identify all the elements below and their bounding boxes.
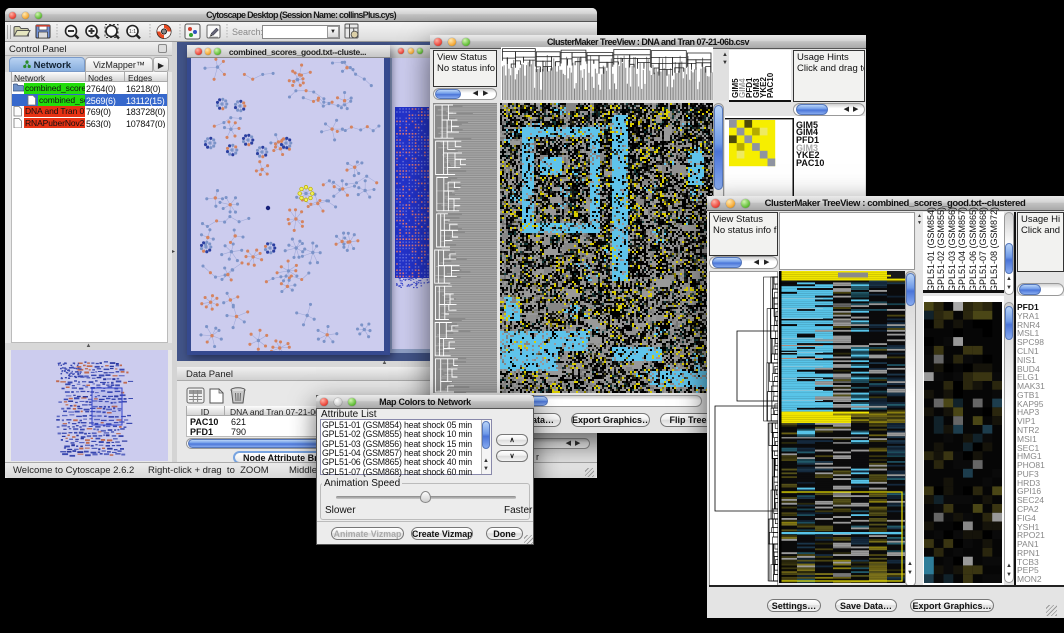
svg-text:1:1: 1:1	[129, 29, 136, 35]
